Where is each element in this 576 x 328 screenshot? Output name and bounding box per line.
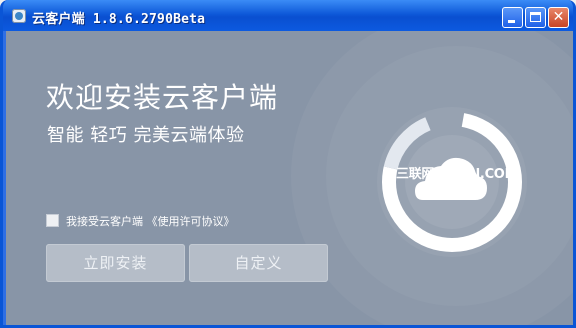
close-icon: ✕ <box>552 9 565 25</box>
custom-install-button[interactable]: 自定义 <box>189 244 328 282</box>
license-agreement-label[interactable]: 我接受云客户端 《使用许可协议》 <box>66 213 235 229</box>
installer-client-area: 欢迎安装云客户端 智能 轻巧 完美云端体验 三联网 3LIAN.COM 我接受云… <box>6 31 573 325</box>
window-title: 云客户端 1.8.6.2790Beta <box>32 12 206 27</box>
maximize-button[interactable] <box>525 7 546 28</box>
watermark-text: 三联网 3LIAN.COM <box>396 167 518 182</box>
app-icon[interactable] <box>12 9 26 23</box>
minimize-button[interactable] <box>502 7 523 28</box>
installer-window: 云客户端 1.8.6.2790Beta ✕ 欢迎安装云客户端 智能 轻巧 完美云… <box>0 0 576 328</box>
close-button[interactable]: ✕ <box>548 7 569 28</box>
install-now-button[interactable]: 立即安装 <box>46 244 185 282</box>
license-checkbox[interactable] <box>46 214 59 227</box>
maximize-icon <box>530 12 541 22</box>
title-bar[interactable]: 云客户端 1.8.6.2790Beta ✕ <box>3 0 573 31</box>
welcome-subline: 智能 轻巧 完美云端体验 <box>47 125 245 146</box>
minimize-icon <box>508 20 515 23</box>
cloud-ring-logo-icon <box>377 107 527 257</box>
welcome-headline: 欢迎安装云客户端 <box>46 81 279 114</box>
